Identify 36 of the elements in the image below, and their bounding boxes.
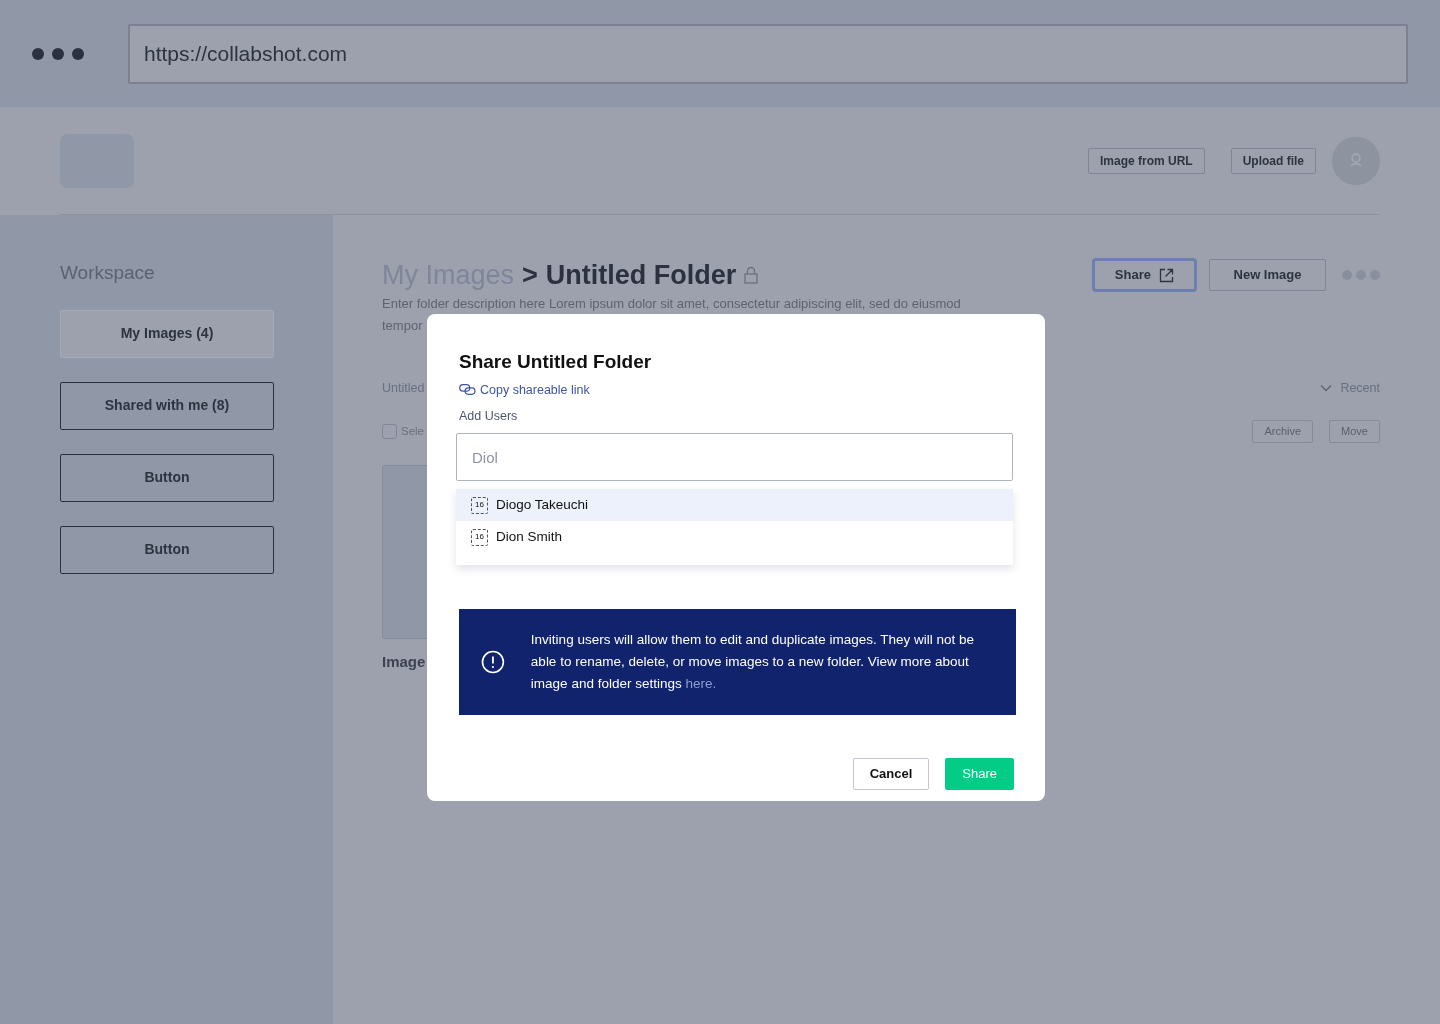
notice-text: Inviting users will allow them to edit and duplicate images. They will not be able to rename, delete, or move images to a new folder. View more about image and folder settings here.	[530, 631, 976, 694]
external-link-icon	[1159, 267, 1174, 283]
sidebar-button[interactable]: Button	[60, 525, 274, 574]
new-image-button[interactable]: New Image	[1209, 259, 1326, 291]
cancel-button[interactable]: Cancel	[852, 758, 930, 791]
link-icon	[459, 384, 476, 396]
dialog-title: Share Untitled Folder	[459, 350, 653, 374]
toolbar-button[interactable]: Archive	[1252, 419, 1314, 443]
toolbar-button[interactable]: Move	[1329, 419, 1380, 443]
header-button[interactable]: Image from URL	[1087, 147, 1205, 174]
user-icon: 16	[471, 496, 488, 514]
suggestion-item[interactable]: 16 Dion Smith	[456, 521, 1013, 554]
share-button[interactable]: Share	[1091, 258, 1197, 292]
window-dots-icon	[32, 47, 84, 60]
lock-icon	[744, 266, 759, 284]
chevron-down-icon[interactable]	[1320, 384, 1333, 393]
description-text: tempor	[382, 317, 424, 335]
checkbox[interactable]	[382, 423, 397, 439]
description-text: Enter folder description here Lorem ipsum dolor sit amet, consectetur adipiscing elit, sed do eiusmod	[382, 295, 962, 313]
user-search-field[interactable]: Diol	[456, 433, 1013, 482]
address-field[interactable]: https://collabshot.com	[128, 23, 1408, 84]
breadcrumb-separator: >	[522, 258, 538, 292]
user-name: Dion Smith	[496, 528, 563, 546]
settings-link[interactable]: here.	[685, 676, 717, 692]
info-icon	[481, 650, 505, 675]
sidebar-button[interactable]: Shared with me (8)	[60, 381, 274, 430]
sidebar-button[interactable]: Button	[60, 453, 274, 502]
field-label: Add Users	[459, 408, 519, 426]
sidebar-button[interactable]: My Images (4)	[60, 309, 274, 358]
user-name: Diogo Takeuchi	[496, 496, 589, 514]
user-icon: 16	[471, 528, 488, 546]
copy-link[interactable]: Copy shareable link	[459, 380, 590, 400]
header-button[interactable]: Upload file	[1230, 147, 1316, 174]
card-caption: Image	[382, 651, 426, 672]
page-title: Untitled Folder	[545, 258, 737, 292]
suggestion-item[interactable]: 16 Diogo Takeuchi	[456, 489, 1013, 522]
